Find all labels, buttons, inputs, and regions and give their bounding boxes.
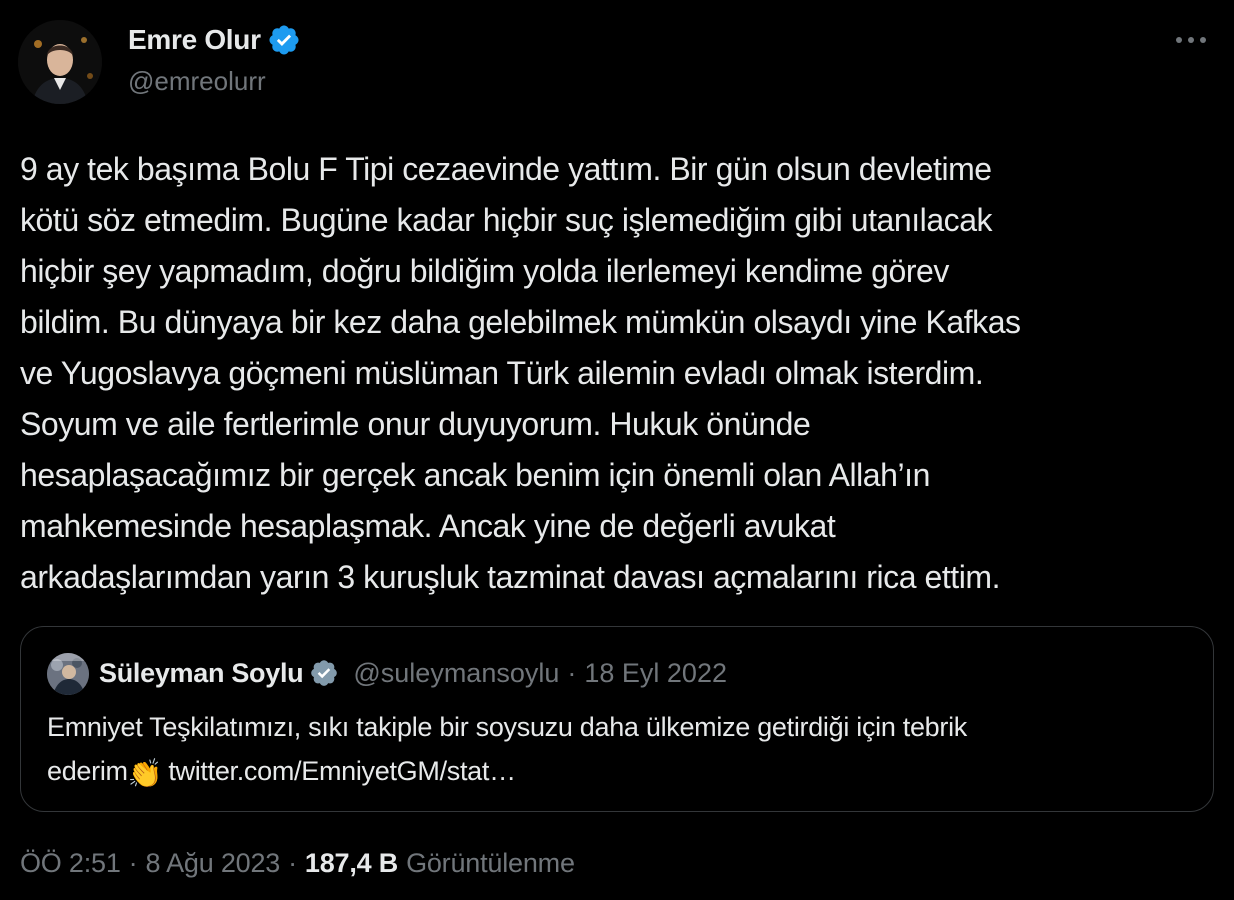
more-options-button[interactable] xyxy=(1170,24,1212,56)
quote-text: Emniyet Teşkilatımızı, sıkı takiple bir … xyxy=(47,705,1187,796)
person-avatar-icon xyxy=(18,20,102,104)
tweet-date[interactable]: 8 Ağu 2023 xyxy=(145,848,280,879)
author-name-row: Emre Olur xyxy=(128,22,301,58)
quote-date: 18 Eyl 2022 xyxy=(584,657,727,688)
views-count: 187,4 B xyxy=(304,848,399,878)
author-avatar[interactable] xyxy=(18,20,102,104)
verified-badge-icon[interactable] xyxy=(267,23,301,57)
tweet-text: 9 ay tek başıma Bolu F Tipi cezaevinde y… xyxy=(20,151,1021,595)
quote-separator: · xyxy=(567,657,577,688)
tweet-time[interactable]: ÖÖ 2:51 xyxy=(20,848,121,879)
meta-separator: · xyxy=(128,848,138,878)
quoted-tweet-card[interactable]: Süleyman Soylu @suleymansoylu · 18 Eyl 2… xyxy=(20,626,1214,812)
author-handle[interactable]: @emreolurr xyxy=(128,66,266,97)
quote-link[interactable]: twitter.com/EmniyetGM/stat… xyxy=(168,756,516,786)
author-name[interactable]: Emre Olur xyxy=(128,24,261,56)
more-dots-icon xyxy=(1176,37,1206,43)
verified-badge-icon xyxy=(311,660,338,686)
quote-text-prefix: ederim xyxy=(47,756,128,786)
tweet-meta-row: ÖÖ 2:51 · 8 Ağu 2023 · 187,4 B Görüntüle… xyxy=(20,848,575,879)
meta-separator: · xyxy=(288,848,297,878)
quote-text-line1: Emniyet Teşkilatımızı, sıkı takiple bir … xyxy=(47,712,967,742)
views-label: Görüntülenme xyxy=(406,848,575,878)
clapping-hands-icon: 👏 xyxy=(127,758,163,789)
person-avatar-icon xyxy=(47,653,89,695)
quote-author-handle: @suleymansoylu xyxy=(353,657,560,688)
quote-author-name[interactable]: Süleyman Soylu xyxy=(99,658,304,689)
quote-header: Süleyman Soylu @suleymansoylu · 18 Eyl 2… xyxy=(99,655,727,691)
quote-author-avatar[interactable] xyxy=(47,653,89,695)
